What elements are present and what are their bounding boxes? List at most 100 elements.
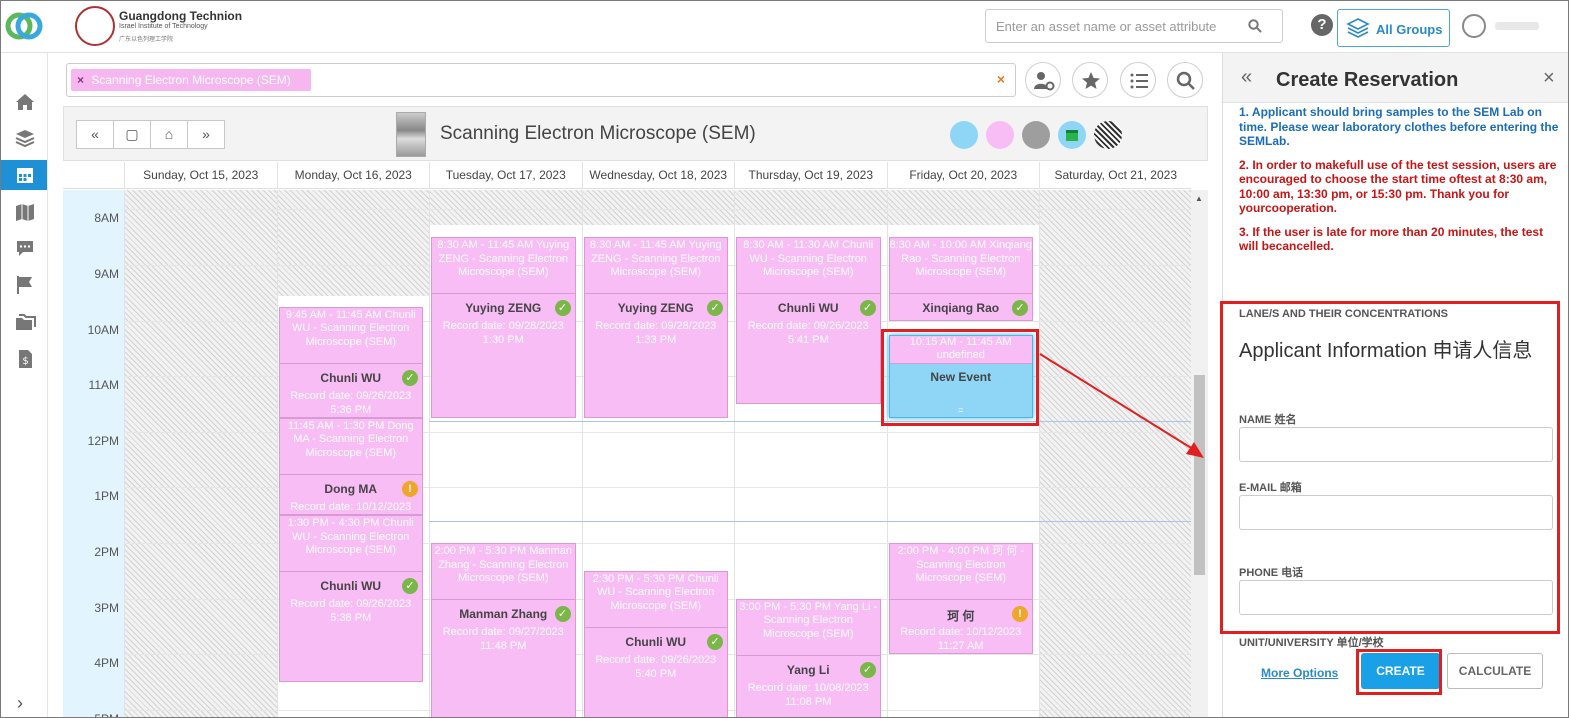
event-record-date: Record date: 09/26/2023 5:38 PM [290,598,412,625]
event-record-date: Record date: 09/26/2023 5:40 PM [595,653,717,680]
event-record-date: Record date: 10/12/2023 11:27 AM [900,626,1022,653]
list-view-button[interactable] [1120,62,1156,98]
unavailable-block [582,190,734,226]
event-user-name: Chunli WU [320,370,382,385]
legend-status[interactable] [986,121,1014,149]
field-label: NAME 姓名 [1239,414,1297,426]
reservation-event[interactable]: 9:45 AM - 11:45 AM Chunli WU - Scanning … [278,306,423,418]
legend-calendar[interactable] [1058,121,1086,149]
create-reservation-panel: « Create Reservation × 1. Applicant shou… [1220,53,1568,717]
event-user-name: Chunli WU [320,579,382,594]
lane-label: LANE/S AND THEIR CONCENTRATIONS [1239,308,1448,320]
user-avatar-icon[interactable] [1462,14,1486,38]
home-icon[interactable] [14,91,36,113]
phone-field[interactable] [1239,580,1553,615]
scroll-up-icon[interactable]: ▲ [1195,194,1203,203]
event-time-summary: 8:30 AM - 10:00 AM Xinqiang Rao - Scanni… [889,238,1032,295]
legend-unavailable[interactable] [1094,121,1122,149]
reservation-event[interactable]: 8:30 AM - 11:30 AM Chunli WU - Scanning … [736,237,881,405]
favorite-button[interactable] [1072,62,1108,98]
clear-filter-icon[interactable]: × [997,71,1005,87]
help-icon[interactable]: ? [1311,14,1333,36]
chip-remove-icon[interactable]: × [77,73,84,87]
day-header[interactable]: Tuesday, Oct 17, 2023 [429,162,582,189]
reservation-event[interactable]: 11:45 AM - 1:30 PM Dong MA - Scanning El… [278,417,423,516]
prev-week-button[interactable]: « [76,120,114,149]
reservation-event[interactable]: 1:30 PM - 4:30 PM Chunli WU - Scanning E… [278,515,423,683]
legend-status[interactable] [1022,121,1050,149]
search-button[interactable] [1167,62,1203,98]
more-options-link[interactable]: More Options [1261,666,1338,680]
app-logo-icon[interactable] [5,9,45,43]
time-label: 12PM [87,433,119,448]
invoice-icon[interactable]: $ [14,348,36,370]
day-header[interactable]: Saturday, Oct 21, 2023 [1039,162,1192,189]
event-record-date: Record date: 09/28/2023 1:30 PM [442,320,564,347]
day-header[interactable]: Wednesday, Oct 18, 2023 [581,162,735,189]
asset-search-input[interactable] [996,17,1236,35]
calendar-legend-icon [1066,130,1078,141]
layers-icon [1346,18,1370,38]
reservation-event[interactable]: 8:30 AM - 11:45 AM Yuying ZENG - Scannin… [431,237,576,418]
search-icon[interactable] [1248,19,1262,33]
reservation-event[interactable]: 8:30 AM - 11:45 AM Yuying ZENG - Scannin… [583,237,728,418]
all-groups-label: All Groups [1376,22,1443,37]
day-column[interactable] [124,190,277,717]
next-week-button[interactable]: » [187,120,225,149]
legend-status[interactable] [950,121,978,149]
all-groups-button[interactable]: All Groups [1337,9,1450,47]
time-label: 1PM [94,489,119,504]
reservation-event[interactable]: 3:00 PM - 5:30 PM Yang Li - Scanning Ele… [736,598,881,717]
event-time-summary: 8:30 AM - 11:45 AM Yuying ZENG - Scannin… [584,238,727,295]
event-time-summary: 3:00 PM - 5:30 PM Yang Li - Scanning Ele… [737,600,880,656]
time-label: 9AM [94,267,119,282]
day-header[interactable]: Monday, Oct 16, 2023 [276,162,430,189]
annotation-arrows [1039,353,1204,458]
collapse-panel-icon[interactable]: « [1241,66,1252,89]
name-field[interactable] [1239,427,1553,462]
map-icon[interactable] [14,201,36,223]
reservation-event[interactable]: 8:30 AM - 10:00 AM Xinqiang Rao - Scanni… [888,237,1033,321]
event-time-summary: 1:30 PM - 4:30 PM Chunli WU - Scanning E… [279,516,422,573]
layers-nav-icon[interactable] [14,127,36,149]
calendar-icon[interactable] [14,164,36,186]
calendar-toolbar: « ▢ ⌂ » Scanning Electron Microscope (SE… [63,106,1208,161]
calculate-button[interactable]: CALCULATE [1447,653,1543,689]
chat-icon[interactable] [14,237,36,259]
org-chinese-name: 广东以色列理工学院 [119,37,174,43]
today-button[interactable]: ▢ [113,120,151,149]
reservation-event[interactable]: 2:30 PM - 5:30 PM Chunli WU - Scanning E… [583,570,728,717]
svg-text:$: $ [22,356,28,367]
time-label: 3PM [94,600,119,615]
event-time-summary: 11:45 AM - 1:30 PM Dong MA - Scanning El… [279,419,422,475]
home-view-button[interactable]: ⌂ [150,120,188,149]
applicant-info-title: Applicant Information 申请人信息 [1239,340,1533,362]
pending-icon: ! [402,480,418,497]
folders-icon[interactable] [14,311,36,333]
asset-filter-chip[interactable]: × Scanning Electron Microscope (SEM) [71,69,311,91]
unavailable-block [430,190,582,226]
event-record-date: Record date: 10/12/2023 [290,500,412,513]
app-window: Guangdong Technion Israel Institute of T… [0,0,1569,718]
day-header[interactable]: Sunday, Oct 15, 2023 [124,162,277,189]
field-label: PHONE 电话 [1239,567,1304,579]
flag-icon[interactable] [14,274,36,296]
close-icon[interactable]: × [1543,67,1555,90]
user-name-redacted [1495,22,1539,30]
event-record-date: Record date: 10/08/2023 11:08 PM [747,681,869,708]
reservation-event[interactable]: 2:00 PM - 4:00 PM 珂 何 - Scanning Electro… [888,543,1033,655]
time-label: 5PM [63,712,119,717]
approved-icon: ✓ [859,300,876,317]
approved-icon: ✓ [707,633,723,650]
user-settings-button[interactable] [1025,62,1061,98]
approved-icon: ✓ [402,369,418,386]
reservation-note: 1. Applicant should bring samples to the… [1239,105,1559,148]
day-header[interactable]: Thursday, Oct 19, 2023 [734,162,887,189]
event-user-name: Chunli WU [625,634,687,649]
approved-icon: ✓ [554,300,571,317]
day-header[interactable]: Friday, Oct 20, 2023 [886,162,1040,189]
unavailable-block [887,190,1039,226]
email-field[interactable] [1239,495,1553,530]
reservation-event[interactable]: 2:00 PM - 5:30 PM Manman Zhang - Scannin… [431,543,576,717]
expand-nav-icon[interactable]: › [17,693,23,714]
